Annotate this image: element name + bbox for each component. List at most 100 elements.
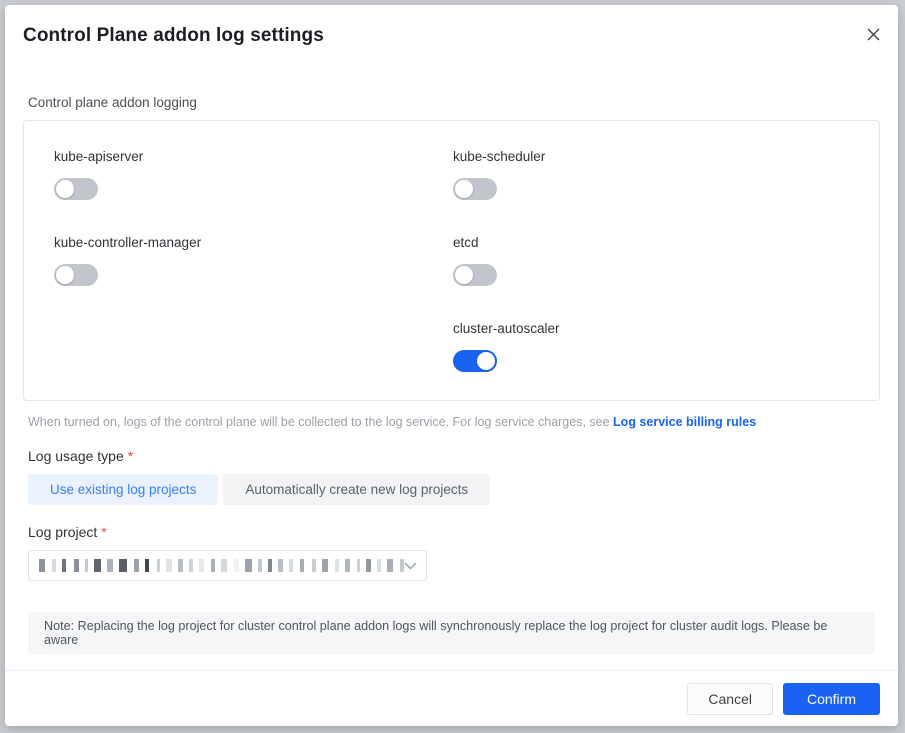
log-service-billing-rules-link[interactable]: Log service billing rules [613, 415, 756, 429]
redacted-block [58, 559, 61, 572]
redacted-block [361, 559, 364, 572]
redacted-block [210, 559, 215, 572]
redacted-block [277, 559, 284, 572]
redacted-block [295, 559, 298, 572]
redacted-block [321, 559, 328, 572]
log-project-label-text: Log project [28, 524, 98, 540]
dialog-footer: Cancel Confirm [5, 670, 898, 726]
redacted-block [129, 559, 132, 572]
redacted-block [312, 559, 316, 572]
redacted-block [194, 559, 197, 572]
note-text: Note: Replacing the log project for clus… [44, 619, 828, 647]
redacted-block [395, 559, 399, 572]
logging-hint-text: When turned on, logs of the control plan… [28, 415, 610, 429]
redacted-block [285, 559, 288, 572]
toggle-label-etcd: etcd [453, 235, 479, 250]
redacted-block [174, 559, 177, 572]
redacted-block [81, 559, 84, 572]
page-title: Control Plane addon log settings [23, 25, 324, 46]
redacted-block [90, 559, 92, 572]
redacted-block [157, 559, 161, 572]
toggle-row-kube-scheduler: kube-scheduler [453, 149, 833, 200]
redacted-block [93, 559, 101, 572]
segment-automatically-create-new-log-projects[interactable]: Automatically create new log projects [223, 474, 491, 505]
toggle-column-right: kube-scheduler etcd cluster-autoscaler [453, 149, 833, 372]
redacted-block [184, 559, 188, 572]
redacted-block [372, 559, 376, 572]
toggle-cluster-autoscaler[interactable] [453, 350, 497, 372]
toggle-knob [56, 266, 74, 284]
redacted-block [344, 559, 350, 572]
redacted-block [299, 559, 305, 572]
redacted-block [220, 559, 227, 572]
toggle-row-kube-controller-manager: kube-controller-manager [54, 235, 434, 286]
redacted-block [317, 559, 320, 572]
redacted-block [273, 559, 276, 572]
required-asterisk: * [101, 524, 107, 540]
dialog-header: Control Plane addon log settings [5, 5, 898, 71]
chevron-down-icon [404, 560, 417, 572]
redacted-block [140, 559, 143, 572]
confirm-button[interactable]: Confirm [782, 682, 880, 715]
close-icon[interactable] [862, 23, 884, 45]
toggle-knob [56, 180, 74, 198]
redacted-block [377, 559, 382, 572]
toggle-kube-apiserver[interactable] [54, 178, 98, 200]
redacted-block [329, 559, 333, 572]
redacted-block [216, 559, 219, 572]
redacted-block [47, 559, 50, 572]
redacted-block [198, 559, 205, 572]
redacted-block [39, 559, 46, 572]
cancel-button[interactable]: Cancel [687, 682, 773, 715]
redacted-block [356, 559, 360, 572]
redacted-block [268, 559, 272, 572]
toggle-row-kube-apiserver: kube-apiserver [54, 149, 434, 200]
toggle-row-cluster-autoscaler: cluster-autoscaler [453, 321, 833, 372]
toggle-knob [455, 266, 473, 284]
dialog-body: Control plane addon logging kube-apiserv… [5, 95, 898, 654]
toggle-kube-scheduler[interactable] [453, 178, 497, 200]
redacted-block [334, 559, 339, 572]
redacted-block [289, 559, 294, 572]
toggle-etcd[interactable] [453, 264, 497, 286]
redacted-block [306, 559, 311, 572]
redacted-block [387, 559, 394, 572]
redacted-block [228, 559, 233, 572]
redacted-block [119, 559, 128, 572]
toggle-row-etcd: etcd [453, 235, 833, 286]
redacted-block [85, 559, 89, 572]
redacted-block [257, 559, 262, 572]
log-usage-type-segmented-control: Use existing log projects Automatically … [28, 474, 880, 505]
redacted-block [115, 559, 118, 572]
log-usage-type-label-text: Log usage type [28, 448, 124, 464]
redacted-block [383, 559, 386, 572]
toggle-knob [477, 352, 495, 370]
redacted-block [107, 559, 114, 572]
redacted-block [150, 559, 156, 572]
redacted-block [51, 559, 57, 572]
redacted-block [340, 559, 343, 572]
note-banner: Note: Replacing the log project for clus… [28, 612, 875, 654]
logging-hint: When turned on, logs of the control plan… [28, 415, 880, 429]
segment-use-existing-log-projects[interactable]: Use existing log projects [28, 474, 219, 505]
redacted-block [133, 559, 139, 572]
toggle-label-kube-scheduler: kube-scheduler [453, 149, 546, 164]
addon-toggle-card: kube-apiserver kube-controller-manager k… [23, 120, 880, 401]
redacted-block [365, 559, 371, 572]
redacted-block [166, 559, 173, 572]
toggle-kube-controller-manager[interactable] [54, 264, 98, 286]
redacted-block [73, 559, 80, 572]
redacted-block [240, 559, 243, 572]
redacted-block [62, 559, 67, 572]
redacted-block [206, 559, 209, 572]
redacted-block [263, 559, 267, 572]
control-plane-logging-label: Control plane addon logging [28, 95, 197, 110]
log-project-select[interactable] [28, 550, 427, 581]
redacted-block [189, 559, 193, 572]
log-project-label: Log project * [28, 524, 880, 540]
toggle-label-kube-controller-manager: kube-controller-manager [54, 235, 202, 250]
redacted-block [162, 559, 165, 572]
log-settings-dialog: Control Plane addon log settings Control… [5, 5, 898, 726]
redacted-block [351, 559, 355, 572]
redacted-block [178, 559, 183, 572]
